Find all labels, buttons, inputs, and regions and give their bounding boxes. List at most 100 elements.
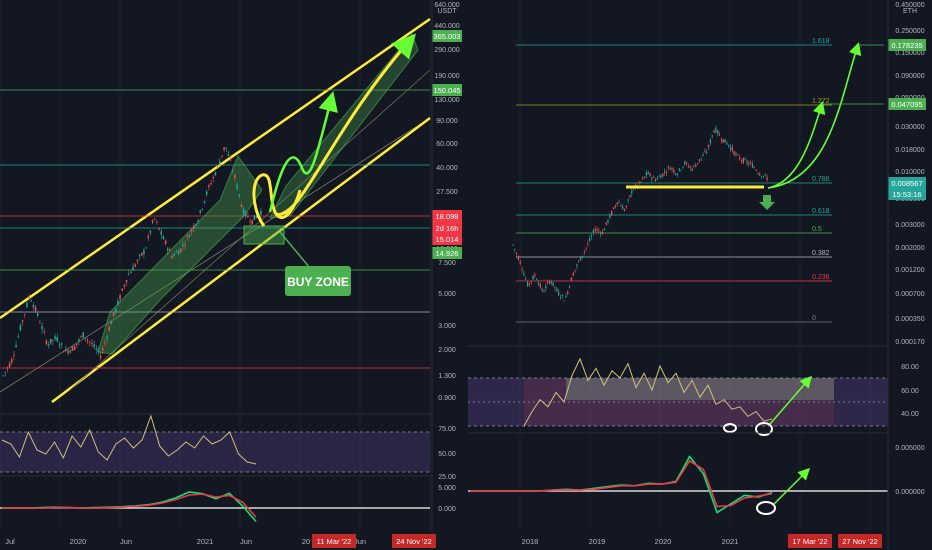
candle <box>8 363 11 368</box>
candle <box>532 276 534 280</box>
axis-tick-label: 290.000 <box>434 47 459 54</box>
candle <box>164 240 167 245</box>
candle <box>594 229 596 232</box>
candle <box>528 283 531 285</box>
axis-tick-label: 0.000 <box>438 506 456 513</box>
candle <box>706 151 708 153</box>
candle <box>521 269 523 270</box>
candle <box>205 191 208 195</box>
candle <box>210 183 212 185</box>
candle <box>21 320 24 322</box>
candle <box>71 346 74 351</box>
candle <box>523 273 525 276</box>
candle <box>600 232 602 234</box>
candle <box>526 282 529 287</box>
candle <box>166 248 169 251</box>
candle <box>23 313 26 315</box>
candle <box>15 344 17 348</box>
axis-tick-label: 0.001200 <box>895 267 924 274</box>
candle <box>130 271 132 274</box>
time-label: 2020 <box>655 537 672 546</box>
candle <box>576 264 578 267</box>
candle <box>616 202 618 205</box>
price-badge-label: 18.098 <box>436 212 459 221</box>
candle <box>188 235 191 238</box>
axis-tick-label: 3.000 <box>438 323 456 330</box>
candle <box>67 350 69 354</box>
candle <box>240 204 243 207</box>
candle <box>728 144 730 147</box>
candle <box>760 176 763 178</box>
price-badge-label: 0.008567 <box>891 179 922 188</box>
candle <box>717 130 719 134</box>
candle <box>132 266 134 271</box>
candle <box>689 166 691 168</box>
candle <box>709 139 712 144</box>
candle <box>651 177 653 180</box>
time-label: 2021 <box>722 537 739 546</box>
candle <box>199 210 202 213</box>
candle <box>561 295 563 297</box>
candle <box>751 163 754 168</box>
candle <box>43 331 46 333</box>
candle <box>52 339 54 341</box>
candle <box>675 173 677 175</box>
candle <box>704 151 706 153</box>
candle <box>620 205 622 207</box>
candle <box>700 157 702 159</box>
candle <box>140 252 143 256</box>
candle <box>117 300 119 305</box>
candle <box>136 260 139 262</box>
candle <box>4 371 7 373</box>
candle <box>127 274 130 276</box>
candle <box>242 208 245 216</box>
axis-tick-label: 0.018000 <box>895 147 924 154</box>
candle <box>559 296 562 298</box>
axis-tick-label: 60.00 <box>901 388 919 395</box>
candle <box>197 220 199 222</box>
candle <box>632 189 635 191</box>
candle <box>629 195 631 198</box>
time-label: 2018 <box>522 537 539 546</box>
candle <box>548 280 551 284</box>
price-badge-label: 14.926 <box>436 249 459 258</box>
candle <box>80 336 82 338</box>
candle <box>735 153 737 155</box>
candle <box>41 326 43 330</box>
axis-tick-label: 1.300 <box>438 373 456 380</box>
axis-tick-label: 60.000 <box>436 141 458 148</box>
candle <box>26 302 28 308</box>
axis-tick-label: 190.000 <box>434 73 459 80</box>
axis-tick-label: 40.00 <box>901 411 919 418</box>
candle <box>671 167 673 170</box>
candle <box>680 170 682 171</box>
candle <box>685 162 688 164</box>
candle <box>611 211 613 215</box>
candle <box>585 247 587 249</box>
candle <box>212 176 215 179</box>
candle <box>547 281 549 283</box>
axis-tick-label: 0.000170 <box>895 339 924 346</box>
candle <box>110 321 113 324</box>
candle <box>62 351 65 353</box>
candle <box>108 327 111 331</box>
candle <box>570 277 573 281</box>
candle <box>244 211 247 216</box>
candle <box>631 190 633 194</box>
candle <box>695 164 697 167</box>
candle <box>229 159 232 161</box>
axis-tick-label: 0.900 <box>438 395 456 402</box>
fib-label: 1.618 <box>812 38 830 45</box>
candle <box>678 168 680 171</box>
buy-zone-label: BUY ZONE <box>287 275 349 289</box>
candle <box>757 173 759 174</box>
candle <box>739 157 741 160</box>
time-label: Jul <box>5 537 15 546</box>
candle <box>125 280 128 283</box>
candle <box>592 230 595 233</box>
candle <box>112 312 115 316</box>
candle <box>138 255 141 257</box>
candle <box>598 230 600 232</box>
candle <box>182 244 184 247</box>
candle <box>169 249 171 251</box>
